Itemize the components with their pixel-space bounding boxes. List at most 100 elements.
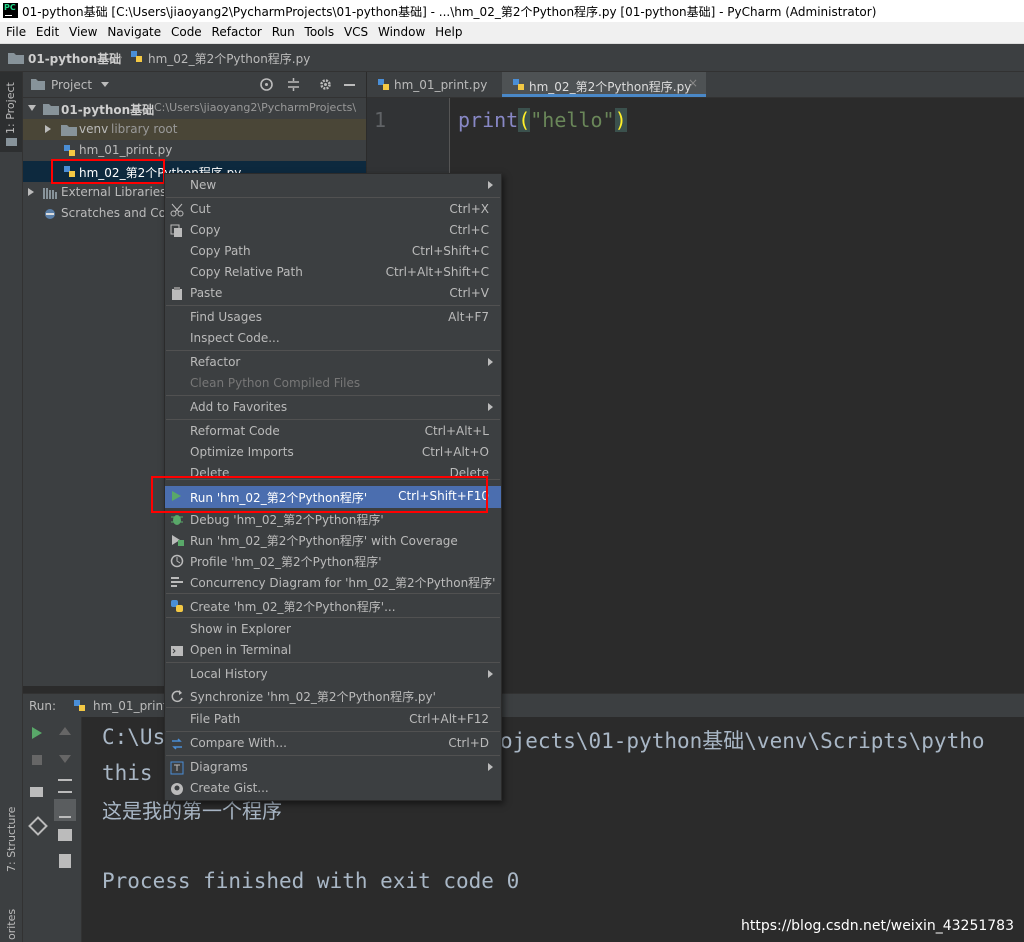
tree-item-venv[interactable]: venv library root bbox=[23, 119, 366, 140]
trash-icon[interactable] bbox=[59, 854, 71, 868]
print-icon[interactable] bbox=[58, 829, 72, 841]
menu-item-paste[interactable]: Paste Ctrl+V bbox=[165, 283, 501, 304]
menu-tools[interactable]: Tools bbox=[305, 22, 335, 39]
down-arrow-icon[interactable] bbox=[59, 755, 71, 763]
file-path-label: File Path bbox=[190, 712, 241, 726]
menu-item-reformat-code[interactable]: Reformat Code Ctrl+Alt+L bbox=[165, 421, 501, 442]
scissors-icon bbox=[170, 203, 184, 217]
menu-item-copy-path[interactable]: Copy Path Ctrl+Shift+C bbox=[165, 241, 501, 262]
menu-window[interactable]: Window bbox=[378, 22, 425, 39]
menu-item-show-in-explorer[interactable]: Show in Explorer bbox=[165, 619, 501, 640]
project-panel-header: Project bbox=[23, 72, 366, 98]
menu-item-copy[interactable]: Copy Ctrl+C bbox=[165, 220, 501, 241]
stop-icon[interactable] bbox=[32, 755, 42, 765]
menu-view[interactable]: View bbox=[69, 22, 97, 39]
line-number: 1 bbox=[374, 108, 387, 132]
code-paren-close: ) bbox=[614, 108, 627, 132]
menu-item-profile[interactable]: Profile 'hm_02_第2个Python程序' bbox=[165, 550, 501, 571]
console-line-4: Process finished with exit code 0 bbox=[102, 869, 520, 893]
target-icon[interactable] bbox=[259, 77, 274, 92]
scroll-to-end-icon bbox=[59, 804, 71, 818]
separator bbox=[166, 731, 500, 732]
collapse-all-icon[interactable] bbox=[286, 77, 301, 92]
coverage-icon bbox=[172, 535, 184, 546]
pin-icon[interactable] bbox=[28, 816, 48, 836]
scroll-to-end-button[interactable] bbox=[54, 799, 76, 821]
separator bbox=[166, 350, 500, 351]
chevron-down-icon[interactable] bbox=[101, 82, 109, 87]
tab-hm02[interactable]: hm_02_第2个Python程序.py × bbox=[502, 72, 706, 97]
code-line-1[interactable]: print("hello") bbox=[458, 108, 627, 132]
minimize-icon[interactable] bbox=[344, 84, 355, 86]
run-icon[interactable] bbox=[32, 727, 42, 739]
menu-item-create-gist[interactable]: Create Gist... bbox=[165, 778, 501, 799]
menu-file[interactable]: File bbox=[6, 22, 26, 39]
menu-item-diagrams[interactable]: Diagrams bbox=[165, 757, 501, 778]
menu-item-delete[interactable]: Delete Delete bbox=[165, 463, 501, 477]
structure-tab-label[interactable]: 7: Structure bbox=[5, 807, 18, 872]
breadcrumb-project[interactable]: 01-python基础 bbox=[28, 50, 121, 67]
gear-icon[interactable] bbox=[318, 77, 333, 92]
local-history-label: Local History bbox=[190, 667, 268, 681]
menu-item-concurrency[interactable]: Concurrency Diagram for 'hm_02_第2个Python… bbox=[165, 571, 501, 592]
synchronize-label: Synchronize 'hm_02_第2个Python程序.py' bbox=[190, 690, 436, 704]
menu-refactor[interactable]: Refactor bbox=[212, 22, 262, 39]
collapse-arrow-icon[interactable] bbox=[28, 188, 34, 196]
navigation-bar: 01-python基础 › hm_02_第2个Python程序.py bbox=[0, 44, 1024, 72]
project-panel-title[interactable]: Project bbox=[51, 78, 92, 92]
menu-item-inspect-code[interactable]: Inspect Code... bbox=[165, 328, 501, 349]
reformat-code-label: Reformat Code bbox=[190, 424, 280, 438]
menu-item-add-to-favorites[interactable]: Add to Favorites bbox=[165, 397, 501, 418]
menu-item-refactor[interactable]: Refactor bbox=[165, 352, 501, 373]
tree-root[interactable]: 01-python基础 C:\Users\jiaoyang2\PycharmPr… bbox=[23, 98, 366, 119]
menu-item-optimize-imports[interactable]: Optimize Imports Ctrl+Alt+O bbox=[165, 442, 501, 463]
copy-relative-path-label: Copy Relative Path bbox=[190, 265, 303, 279]
menu-item-synchronize[interactable]: Synchronize 'hm_02_第2个Python程序.py' bbox=[165, 685, 501, 706]
project-tool-tab[interactable]: 1: Project bbox=[0, 72, 22, 152]
file-path-shortcut: Ctrl+Alt+F12 bbox=[409, 712, 489, 726]
menu-run[interactable]: Run bbox=[272, 22, 295, 39]
menu-item-create-config[interactable]: Create 'hm_02_第2个Python程序'... bbox=[165, 595, 501, 616]
soft-wrap-icon[interactable] bbox=[58, 779, 72, 793]
copy-icon bbox=[170, 224, 182, 237]
menu-code[interactable]: Code bbox=[171, 22, 202, 39]
menu-help[interactable]: Help bbox=[435, 22, 462, 39]
menu-edit[interactable]: Edit bbox=[36, 22, 59, 39]
menu-item-new[interactable]: New bbox=[165, 175, 501, 196]
layout-icon[interactable] bbox=[30, 787, 43, 797]
favorites-tab-label[interactable]: orites bbox=[5, 909, 18, 940]
external-libraries-label: External Libraries bbox=[61, 185, 167, 199]
menu-item-find-usages[interactable]: Find Usages Alt+F7 bbox=[165, 307, 501, 328]
tab-hm01[interactable]: hm_01_print.py bbox=[367, 72, 501, 97]
refactor-label: Refactor bbox=[190, 355, 241, 369]
optimize-imports-label: Optimize Imports bbox=[190, 445, 294, 459]
breadcrumb-file[interactable]: hm_02_第2个Python程序.py bbox=[148, 50, 310, 67]
diagram-icon bbox=[170, 761, 184, 775]
folder-icon bbox=[31, 79, 45, 90]
close-icon[interactable]: × bbox=[688, 76, 698, 90]
cut-shortcut: Ctrl+X bbox=[449, 202, 489, 216]
expand-arrow-icon[interactable] bbox=[28, 105, 36, 111]
collapse-arrow-icon[interactable] bbox=[45, 125, 51, 133]
separator bbox=[166, 617, 500, 618]
paste-label: Paste bbox=[190, 286, 223, 300]
run-tab-label[interactable]: hm_01_print bbox=[93, 699, 168, 713]
menu-item-run-coverage[interactable]: Run 'hm_02_第2个Python程序' with Coverage bbox=[165, 529, 501, 550]
menu-item-compare-with[interactable]: Compare With... Ctrl+D bbox=[165, 733, 501, 754]
separator bbox=[166, 593, 500, 594]
create-gist-label: Create Gist... bbox=[190, 781, 269, 795]
folder-icon bbox=[6, 138, 17, 146]
menu-item-local-history[interactable]: Local History bbox=[165, 664, 501, 685]
run-highlight-box bbox=[151, 476, 488, 513]
folder-icon bbox=[8, 53, 24, 64]
up-arrow-icon[interactable] bbox=[59, 727, 71, 735]
menu-item-copy-relative-path[interactable]: Copy Relative Path Ctrl+Alt+Shift+C bbox=[165, 262, 501, 283]
menu-item-open-in-terminal[interactable]: Open in Terminal bbox=[165, 640, 501, 661]
copy-relative-path-shortcut: Ctrl+Alt+Shift+C bbox=[385, 265, 489, 279]
submenu-arrow-icon bbox=[488, 403, 493, 411]
menu-item-file-path[interactable]: File Path Ctrl+Alt+F12 bbox=[165, 709, 501, 730]
menu-navigate[interactable]: Navigate bbox=[107, 22, 161, 39]
menu-item-cut[interactable]: Cut Ctrl+X bbox=[165, 199, 501, 220]
tree-item-file1[interactable]: hm_01_print.py bbox=[23, 140, 366, 161]
menu-vcs[interactable]: VCS bbox=[344, 22, 368, 39]
